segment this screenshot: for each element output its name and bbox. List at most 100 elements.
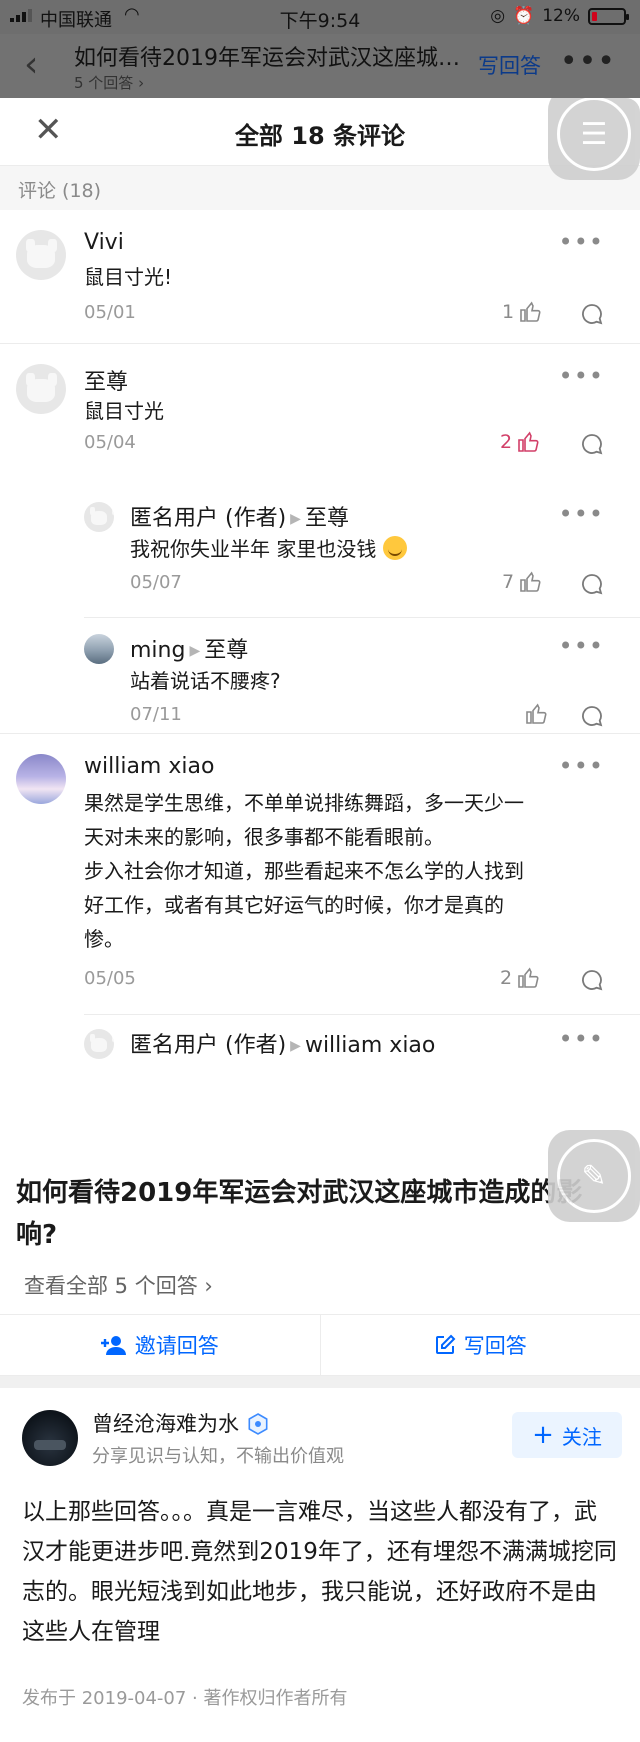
avatar[interactable] xyxy=(84,1029,114,1059)
sheet-header: ✕ 全部 18 条评论 xyxy=(0,98,640,166)
reply-author[interactable]: 匿名用户 (作者) ▶ william xiao xyxy=(130,1027,435,1059)
reply-author-name[interactable]: 匿名用户 (作者) xyxy=(130,506,286,531)
avatar[interactable] xyxy=(84,634,114,664)
comment-more-icon[interactable]: ••• xyxy=(559,1025,604,1053)
reply-icon[interactable] xyxy=(580,704,604,728)
author-avatar[interactable] xyxy=(22,1410,78,1466)
thumbs-up-icon xyxy=(518,431,539,452)
comments-sheet: ✕ 全部 18 条评论 评论 (18) Vivi ••• 鼠目寸光! 05/01… xyxy=(0,98,640,1136)
sheet-title: 全部 18 条评论 xyxy=(234,122,406,150)
like-button[interactable]: 1 xyxy=(502,300,542,324)
answer-text[interactable]: 以上那些回答。。。真是一言难尽，当这些人都没有了，武汉才能更进步吧.竟然到201… xyxy=(22,1492,618,1652)
reply-icon[interactable] xyxy=(580,968,604,992)
comment-text-line: 果然是学生思维，不单单说排练舞蹈，多一天少一 xyxy=(84,791,524,815)
like-button[interactable]: 2 xyxy=(500,966,540,990)
chevron-right-icon: › xyxy=(204,1274,213,1298)
alarm-icon: ⏰ xyxy=(513,6,535,26)
comment-more-icon[interactable]: ••• xyxy=(559,228,604,256)
like-count: 2 xyxy=(500,431,513,453)
avatar[interactable] xyxy=(16,754,66,804)
like-button[interactable]: 2 xyxy=(500,430,540,454)
add-user-icon xyxy=(100,1336,126,1355)
back-arrow-icon[interactable]: ‹ xyxy=(24,44,38,85)
reply-target-name[interactable]: william xiao xyxy=(305,1033,435,1058)
reply-item: 匿名用户 (作者) ▶ 至尊 ••• 我祝你失业半年 家里也没钱 05/07 7 xyxy=(84,486,640,618)
comment-text-line: 天对未来的影响，很多事都不能看眼前。 xyxy=(84,825,444,849)
plus-icon: + xyxy=(532,1420,554,1450)
comment-text: 站着说话不腰疼? xyxy=(130,669,281,693)
comment-item: Vivi ••• 鼠目寸光! 05/01 1 xyxy=(0,210,640,344)
comment-date: 07/11 xyxy=(130,704,182,725)
comment-more-icon[interactable]: ••• xyxy=(559,500,604,528)
author-name[interactable]: 曾经沧海难为水 xyxy=(92,1408,269,1438)
comment-more-icon[interactable]: ••• xyxy=(559,362,604,390)
like-count: 1 xyxy=(502,301,515,323)
comment-more-icon[interactable]: ••• xyxy=(559,752,604,780)
comment-text-line: 好工作，或者有其它好运气的时候，你才是真的 xyxy=(84,893,504,917)
nav-write-answer-button[interactable]: 写回答 xyxy=(478,50,541,80)
comment-date: 05/04 xyxy=(84,432,136,453)
write-answer-button[interactable]: 写回答 xyxy=(319,1315,640,1375)
answer-meta: 发布于 2019-04-07 · 著作权归作者所有 xyxy=(22,1688,348,1709)
comment-text-line: 步入社会你才知道，那些看起来不怎么学的人找到 xyxy=(84,859,524,883)
view-all-answers-link[interactable]: 查看全部 5 个回答 › xyxy=(24,1270,213,1300)
question-card: 如何看待2019年军运会对武汉这座城市造成的影响? 查看全部 5 个回答 › 邀… xyxy=(0,1130,640,1376)
comment-author[interactable]: william xiao xyxy=(84,754,214,779)
invite-answer-button[interactable]: 邀请回答 xyxy=(0,1315,320,1375)
edit-fab-icon: ✎ xyxy=(557,1139,631,1213)
comment-text: 果然是学生思维，不单单说排练舞蹈，多一天少一 天对未来的影响，很多事都不能看眼前… xyxy=(84,786,614,956)
question-nav-bar: ‹ 如何看待2019年军运会对武汉这座城市造成的影响? 5 个回答 › 写回答 … xyxy=(0,34,640,98)
reply-arrow-icon: ▶ xyxy=(290,1038,301,1054)
answer-card: 曾经沧海难为水 分享见识与认知，不输出价值观 + 关注 以上那些回答。。。真是一… xyxy=(0,1388,640,1742)
view-all-label: 查看全部 5 个回答 xyxy=(24,1274,198,1298)
comment-text-line: 惨。 xyxy=(84,927,124,951)
edit-icon xyxy=(435,1334,456,1354)
comment-item: 至尊 ••• 鼠目寸光 05/04 2 匿名用户 (作者) ▶ 至尊 ••• 我祝你… xyxy=(0,344,640,734)
rotation-lock-icon: ◎ xyxy=(490,6,506,26)
avatar[interactable] xyxy=(16,230,66,280)
avatar[interactable] xyxy=(84,502,114,532)
comment-count-label: 评论 (18) xyxy=(0,166,640,210)
author-name-text[interactable]: 曾经沧海难为水 xyxy=(92,1412,239,1436)
reply-arrow-icon: ▶ xyxy=(189,643,201,659)
comment-text: 鼠目寸光 xyxy=(84,399,164,423)
thumbs-up-icon xyxy=(526,703,547,724)
question-title[interactable]: 如何看待2019年军运会对武汉这座城市造成的影响? xyxy=(16,1172,616,1256)
comment-date: 05/05 xyxy=(84,968,136,989)
like-button[interactable]: 7 xyxy=(502,570,542,594)
nav-answer-count[interactable]: 5 个回答 › xyxy=(74,72,144,93)
reply-target-name[interactable]: 至尊 xyxy=(204,638,248,663)
like-button[interactable] xyxy=(520,702,548,726)
more-icon[interactable]: ••• xyxy=(560,44,616,79)
thumbs-up-icon xyxy=(520,301,541,322)
follow-button[interactable]: + 关注 xyxy=(512,1412,622,1458)
reply-icon[interactable] xyxy=(580,572,604,596)
like-count: 7 xyxy=(502,571,515,593)
reply-icon[interactable] xyxy=(580,432,604,456)
battery-percent: 12% xyxy=(542,6,580,26)
verified-badge-icon xyxy=(248,1413,268,1435)
comment-text: 鼠目寸光! xyxy=(84,265,173,289)
smile-emoji-icon xyxy=(382,536,407,560)
reply-author-name[interactable]: ming xyxy=(130,638,185,663)
floating-button[interactable]: ✎ xyxy=(548,1130,640,1222)
reply-icon[interactable] xyxy=(580,302,604,326)
like-count: 2 xyxy=(500,967,513,989)
comment-author[interactable]: Vivi xyxy=(84,230,124,255)
avatar[interactable] xyxy=(16,364,66,414)
reply-target-name[interactable]: 至尊 xyxy=(305,506,349,531)
invite-answer-label: 邀请回答 xyxy=(134,1334,219,1358)
battery-icon xyxy=(588,7,629,25)
comment-item: william xiao ••• 果然是学生思维，不单单说排练舞蹈，多一天少一 … xyxy=(0,734,640,1059)
status-bar: 中国联通 ◠ 下午9:54 ◎ ⏰ 12% xyxy=(0,0,640,34)
reply-author[interactable]: 匿名用户 (作者) ▶ 至尊 xyxy=(130,500,349,532)
comment-text: 我祝你失业半年 家里也没钱 xyxy=(130,532,407,566)
reply-author[interactable]: ming ▶ 至尊 xyxy=(130,632,248,664)
floating-button[interactable]: ☰ xyxy=(548,98,640,180)
reply-author-name[interactable]: 匿名用户 (作者) xyxy=(130,1033,286,1058)
comment-author[interactable]: 至尊 xyxy=(84,364,128,396)
section-divider xyxy=(0,1376,640,1388)
comment-more-icon[interactable]: ••• xyxy=(559,632,604,660)
comment-date: 05/07 xyxy=(130,572,182,593)
nav-question-title: 如何看待2019年军运会对武汉这座城市造成的影响? xyxy=(74,46,464,71)
